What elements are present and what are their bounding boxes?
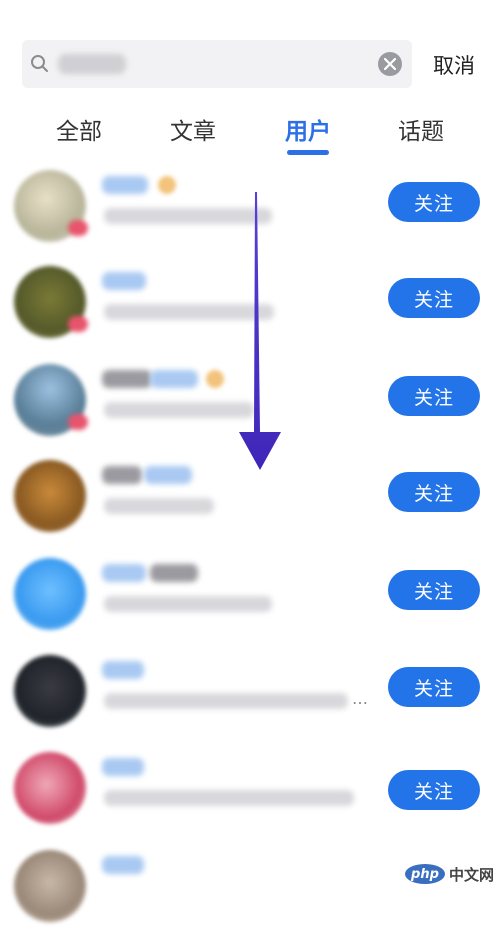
follow-button[interactable]: 关注 (388, 376, 480, 416)
follow-button[interactable]: 关注 (388, 570, 480, 610)
user-name-blurred (102, 758, 144, 776)
tab-all[interactable]: 全部 (56, 112, 102, 146)
user-desc-blurred (104, 402, 254, 418)
avatar[interactable] (14, 752, 86, 824)
user-desc-blurred (104, 693, 348, 709)
down-arrow-icon (239, 192, 281, 470)
avatar[interactable] (14, 170, 88, 242)
follow-button[interactable]: 关注 (388, 278, 480, 318)
tab-indicator (287, 150, 329, 155)
user-desc-blurred (104, 498, 214, 514)
follow-button[interactable]: 关注 (388, 667, 480, 707)
avatar[interactable] (14, 558, 86, 630)
tab-articles[interactable]: 文章 (170, 112, 216, 146)
user-name-blurred (102, 370, 152, 388)
user-desc-blurred (104, 596, 272, 612)
user-name-blurred (102, 272, 146, 290)
watermark: php 中文网 (404, 861, 494, 887)
vip-icon (158, 176, 176, 194)
clear-icon[interactable] (378, 52, 402, 76)
user-name-blurred (102, 564, 146, 582)
follow-button[interactable]: 关注 (388, 770, 480, 810)
watermark-logo: php (404, 864, 445, 884)
search-query-blurred[interactable] (58, 54, 126, 74)
ellipsis: … (352, 689, 368, 708)
avatar[interactable] (14, 266, 88, 338)
user-name-blurred (102, 661, 144, 679)
avatar-badge (68, 316, 88, 332)
vip-icon (206, 370, 224, 388)
user-name-blurred (102, 176, 148, 194)
follow-button[interactable]: 关注 (388, 182, 480, 222)
user-name-blurred-2 (150, 564, 198, 582)
watermark-text: 中文网 (448, 865, 494, 884)
user-name-blurred (102, 856, 144, 874)
avatar-badge (68, 220, 88, 236)
avatar[interactable] (14, 850, 86, 922)
cancel-button[interactable]: 取消 (433, 50, 475, 80)
user-desc-blurred (104, 790, 354, 806)
search-icon (30, 54, 50, 74)
user-name-blurred-2 (144, 466, 192, 484)
tab-users[interactable]: 用户 (285, 112, 331, 146)
avatar[interactable] (14, 655, 86, 727)
user-name-blurred (102, 466, 142, 484)
list-item[interactable]: 关注 (0, 558, 500, 655)
list-item[interactable]: … 关注 (0, 655, 500, 752)
tab-topics[interactable]: 话题 (398, 112, 444, 146)
follow-button[interactable]: 关注 (388, 472, 480, 512)
avatar[interactable] (14, 460, 86, 532)
list-item[interactable]: 关注 (0, 460, 500, 557)
list-item[interactable]: 关注 (0, 752, 500, 849)
search-bar[interactable] (22, 40, 412, 88)
avatar[interactable] (14, 364, 88, 436)
avatar-badge (68, 414, 88, 430)
user-name-blurred-2 (150, 370, 198, 388)
